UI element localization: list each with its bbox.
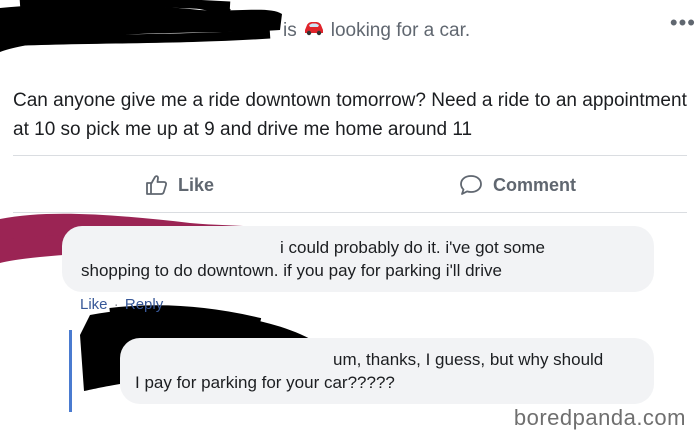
comment-text-line: I pay for parking for your car????? — [135, 373, 395, 392]
comment-bubble: i could probably do it. i've got some sh… — [62, 226, 654, 292]
post-text: Can anyone give me a ride downtown tomor… — [13, 90, 687, 140]
comment-actions: Like · Reply — [80, 296, 163, 313]
comment-button[interactable]: Comment — [458, 170, 576, 200]
comment-label: Comment — [493, 174, 577, 195]
reply-bubble: um, thanks, I guess, but why should I pa… — [120, 338, 654, 404]
status-line: is looking for a car. — [283, 20, 470, 42]
comment-like-link[interactable]: Like — [80, 296, 108, 313]
status-is: is — [283, 20, 297, 41]
status-activity: looking for a car. — [330, 20, 471, 41]
car-icon — [303, 20, 325, 42]
separator: · — [113, 296, 119, 313]
comment-icon — [460, 175, 482, 195]
reply-thread-line — [69, 330, 72, 412]
divider — [13, 155, 687, 156]
thumbs-up-icon — [146, 175, 168, 195]
redaction-scribble — [0, 0, 282, 52]
comment-text-line: shopping to do downtown. if you pay for … — [81, 261, 502, 280]
comment-text-line: um, thanks, I guess, but why should — [333, 350, 604, 369]
comment-text-line: i could probably do it. i've got some — [280, 238, 546, 257]
divider — [13, 212, 687, 213]
comment-reply-link[interactable]: Reply — [125, 296, 163, 313]
watermark: boredpanda.com — [513, 405, 686, 430]
like-button[interactable]: Like — [145, 170, 214, 200]
more-options-icon[interactable]: ••• — [670, 10, 696, 36]
like-label: Like — [178, 174, 215, 195]
